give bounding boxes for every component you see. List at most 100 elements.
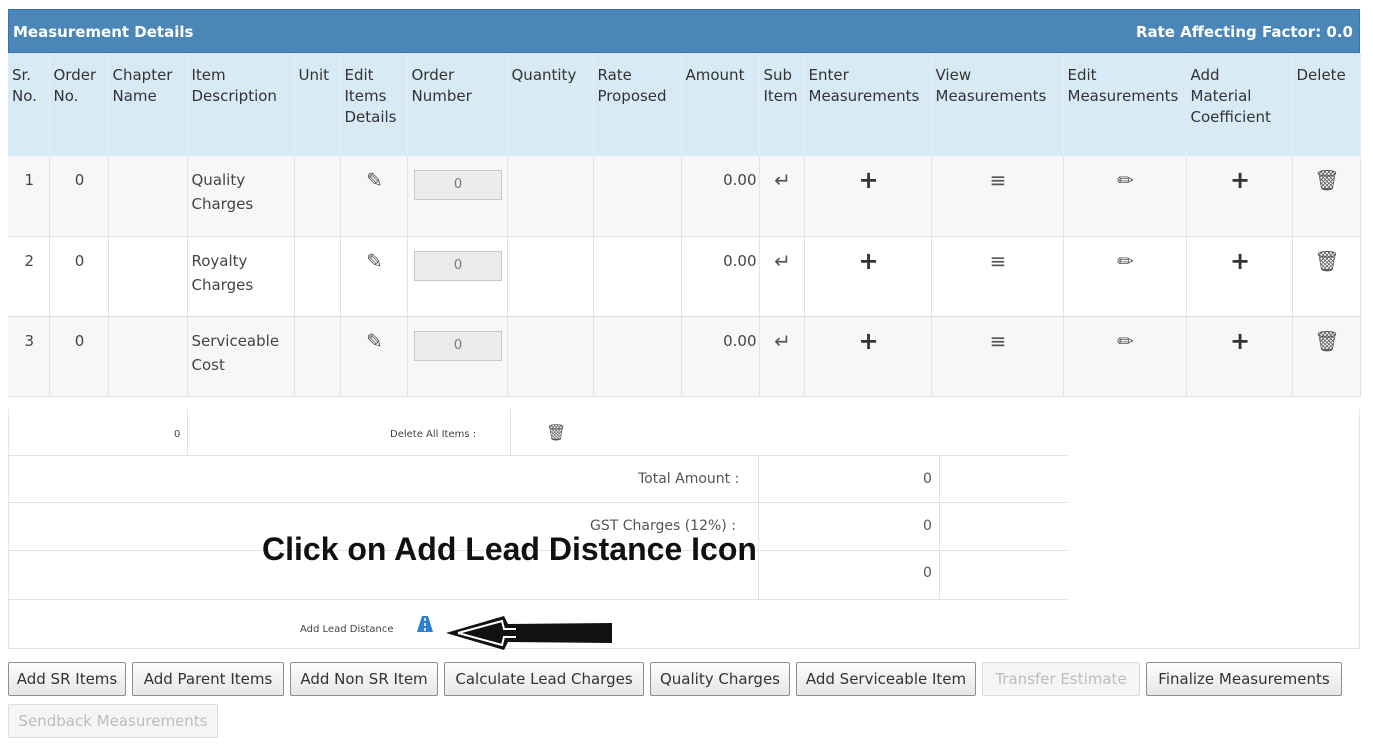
trash-icon[interactable]: 🗑 bbox=[1314, 329, 1339, 353]
col-add-material-coefficient: Add Material Coefficient bbox=[1186, 53, 1293, 156]
cell-sub-item: ↵ bbox=[759, 236, 805, 317]
col-delete: Delete bbox=[1292, 53, 1361, 156]
plus-icon[interactable]: + bbox=[858, 166, 878, 194]
total-amount-value: 0 bbox=[923, 471, 932, 487]
sub-item-arrow-icon[interactable]: ↵ bbox=[774, 329, 791, 353]
cell-item-description: Quality Charges bbox=[187, 156, 295, 237]
summary-right-border bbox=[1359, 409, 1360, 649]
divider bbox=[939, 455, 940, 599]
sub-item-arrow-icon[interactable]: ↵ bbox=[774, 168, 791, 192]
col-edit-measurements: Edit Measurements bbox=[1063, 53, 1187, 156]
divider bbox=[8, 599, 1068, 600]
cell-amount: 0.00 bbox=[681, 316, 760, 397]
cell-delete: 🗑 bbox=[1292, 156, 1361, 237]
cell-order-no: 0 bbox=[49, 316, 109, 397]
col-order-no: Order No. bbox=[49, 53, 109, 156]
cell-delete: 🗑 bbox=[1292, 236, 1361, 317]
panel-title: Measurement Details bbox=[13, 23, 194, 41]
col-sr: Sr. No. bbox=[8, 53, 50, 156]
cell-enter-measurements: + bbox=[804, 316, 932, 397]
calculate-lead-charges-button[interactable]: Calculate Lead Charges bbox=[444, 662, 644, 696]
table-row: 1 0 Quality Charges ✎ 0 0.00 ↵ + ≡ ✏ + 🗑 bbox=[8, 156, 1361, 237]
order-number-input[interactable]: 0 bbox=[414, 330, 502, 361]
pointer-arrow bbox=[446, 616, 612, 650]
cell-edit-details: ✎ bbox=[340, 156, 408, 237]
order-number-input[interactable]: 0 bbox=[414, 250, 502, 281]
cell-unit bbox=[294, 156, 341, 237]
plus-icon[interactable]: + bbox=[858, 247, 878, 275]
add-serviceable-item-button[interactable]: Add Serviceable Item bbox=[796, 662, 976, 696]
cell-enter-measurements: + bbox=[804, 236, 932, 317]
edit-square-icon[interactable]: ✎ bbox=[366, 249, 383, 273]
order-number-input[interactable]: 0 bbox=[414, 170, 502, 200]
cell-edit-details: ✎ bbox=[340, 236, 408, 317]
col-enter-measurements: Enter Measurements bbox=[804, 53, 932, 156]
col-quantity: Quantity bbox=[507, 53, 594, 156]
finalize-measurements-button[interactable]: Finalize Measurements bbox=[1146, 662, 1342, 696]
cell-enter-measurements: + bbox=[804, 156, 932, 237]
cell-chapter-name bbox=[108, 316, 188, 397]
cell-quantity bbox=[507, 156, 594, 237]
cell-order-no: 0 bbox=[49, 236, 109, 317]
rate-affecting-factor: Rate Affecting Factor: 0.0 bbox=[1135, 23, 1353, 41]
net-amount-value: 0 bbox=[923, 565, 932, 581]
transfer-estimate-button[interactable]: Transfer Estimate bbox=[982, 662, 1140, 696]
cell-sub-item: ↵ bbox=[759, 156, 805, 237]
plus-icon[interactable]: + bbox=[1230, 327, 1250, 355]
cell-view-measurements: ≡ bbox=[931, 316, 1064, 397]
panel-header: Measurement Details Rate Affecting Facto… bbox=[8, 9, 1360, 53]
divider bbox=[758, 455, 759, 599]
summary-section: 0 Delete All Items : 🗑 Total Amount : 0 … bbox=[8, 409, 1360, 649]
plus-icon[interactable]: + bbox=[858, 327, 878, 355]
delete-all-label: Delete All Items : bbox=[390, 429, 477, 440]
cell-chapter-name bbox=[108, 236, 188, 317]
col-amount: Amount bbox=[681, 53, 760, 156]
table-row: 2 0 Royalty Charges ✎ 0 0.00 ↵ + ≡ ✏ + 🗑 bbox=[8, 236, 1361, 317]
trash-icon[interactable]: 🗑 bbox=[546, 423, 566, 442]
sendback-measurements-button[interactable]: Sendback Measurements bbox=[8, 704, 218, 738]
list-icon[interactable]: ≡ bbox=[990, 168, 1007, 192]
summary-left-border bbox=[8, 409, 9, 649]
cell-item-description: Serviceable Cost bbox=[187, 316, 295, 397]
pencil-icon[interactable]: ✏ bbox=[1117, 168, 1134, 192]
sub-item-arrow-icon[interactable]: ↵ bbox=[774, 249, 791, 273]
edit-square-icon[interactable]: ✎ bbox=[366, 329, 383, 353]
pencil-icon[interactable]: ✏ bbox=[1117, 249, 1134, 273]
edit-square-icon[interactable]: ✎ bbox=[366, 168, 383, 192]
total-amount-label: Total Amount : bbox=[638, 471, 740, 487]
cell-item-description: Royalty Charges bbox=[187, 236, 295, 317]
col-edit-items-details: Edit Items Details bbox=[340, 53, 408, 156]
add-non-sr-item-button[interactable]: Add Non SR Item bbox=[290, 662, 438, 696]
cell-unit bbox=[294, 316, 341, 397]
trash-icon[interactable]: 🗑 bbox=[1314, 168, 1339, 192]
add-sr-items-button[interactable]: Add SR Items bbox=[8, 662, 126, 696]
trash-icon[interactable]: 🗑 bbox=[1314, 249, 1339, 273]
cell-edit-measurements: ✏ bbox=[1063, 236, 1187, 317]
road-icon[interactable] bbox=[415, 615, 435, 637]
divider bbox=[8, 502, 1068, 503]
cell-amount: 0.00 bbox=[681, 156, 760, 237]
cell-add-material-coefficient: + bbox=[1186, 236, 1293, 317]
cell-edit-details: ✎ bbox=[340, 316, 408, 397]
cell-delete: 🗑 bbox=[1292, 316, 1361, 397]
plus-icon[interactable]: + bbox=[1230, 166, 1250, 194]
list-icon[interactable]: ≡ bbox=[990, 249, 1007, 273]
cell-order-number: 0 bbox=[407, 156, 508, 237]
cell-edit-measurements: ✏ bbox=[1063, 156, 1187, 237]
quality-charges-button[interactable]: Quality Charges bbox=[650, 662, 790, 696]
cell-sr: 2 bbox=[8, 236, 50, 317]
cell-view-measurements: ≡ bbox=[931, 236, 1064, 317]
add-lead-distance-label: Add Lead Distance bbox=[300, 624, 394, 635]
pencil-icon[interactable]: ✏ bbox=[1117, 329, 1134, 353]
plus-icon[interactable]: + bbox=[1230, 247, 1250, 275]
divider bbox=[187, 409, 188, 455]
cell-unit bbox=[294, 236, 341, 317]
cell-sr: 3 bbox=[8, 316, 50, 397]
gst-charges-value: 0 bbox=[923, 518, 932, 534]
col-unit: Unit bbox=[294, 53, 341, 156]
col-chapter-name: Chapter Name bbox=[108, 53, 188, 156]
add-parent-items-button[interactable]: Add Parent Items bbox=[132, 662, 284, 696]
cell-chapter-name bbox=[108, 156, 188, 237]
cell-quantity bbox=[507, 236, 594, 317]
list-icon[interactable]: ≡ bbox=[990, 329, 1007, 353]
